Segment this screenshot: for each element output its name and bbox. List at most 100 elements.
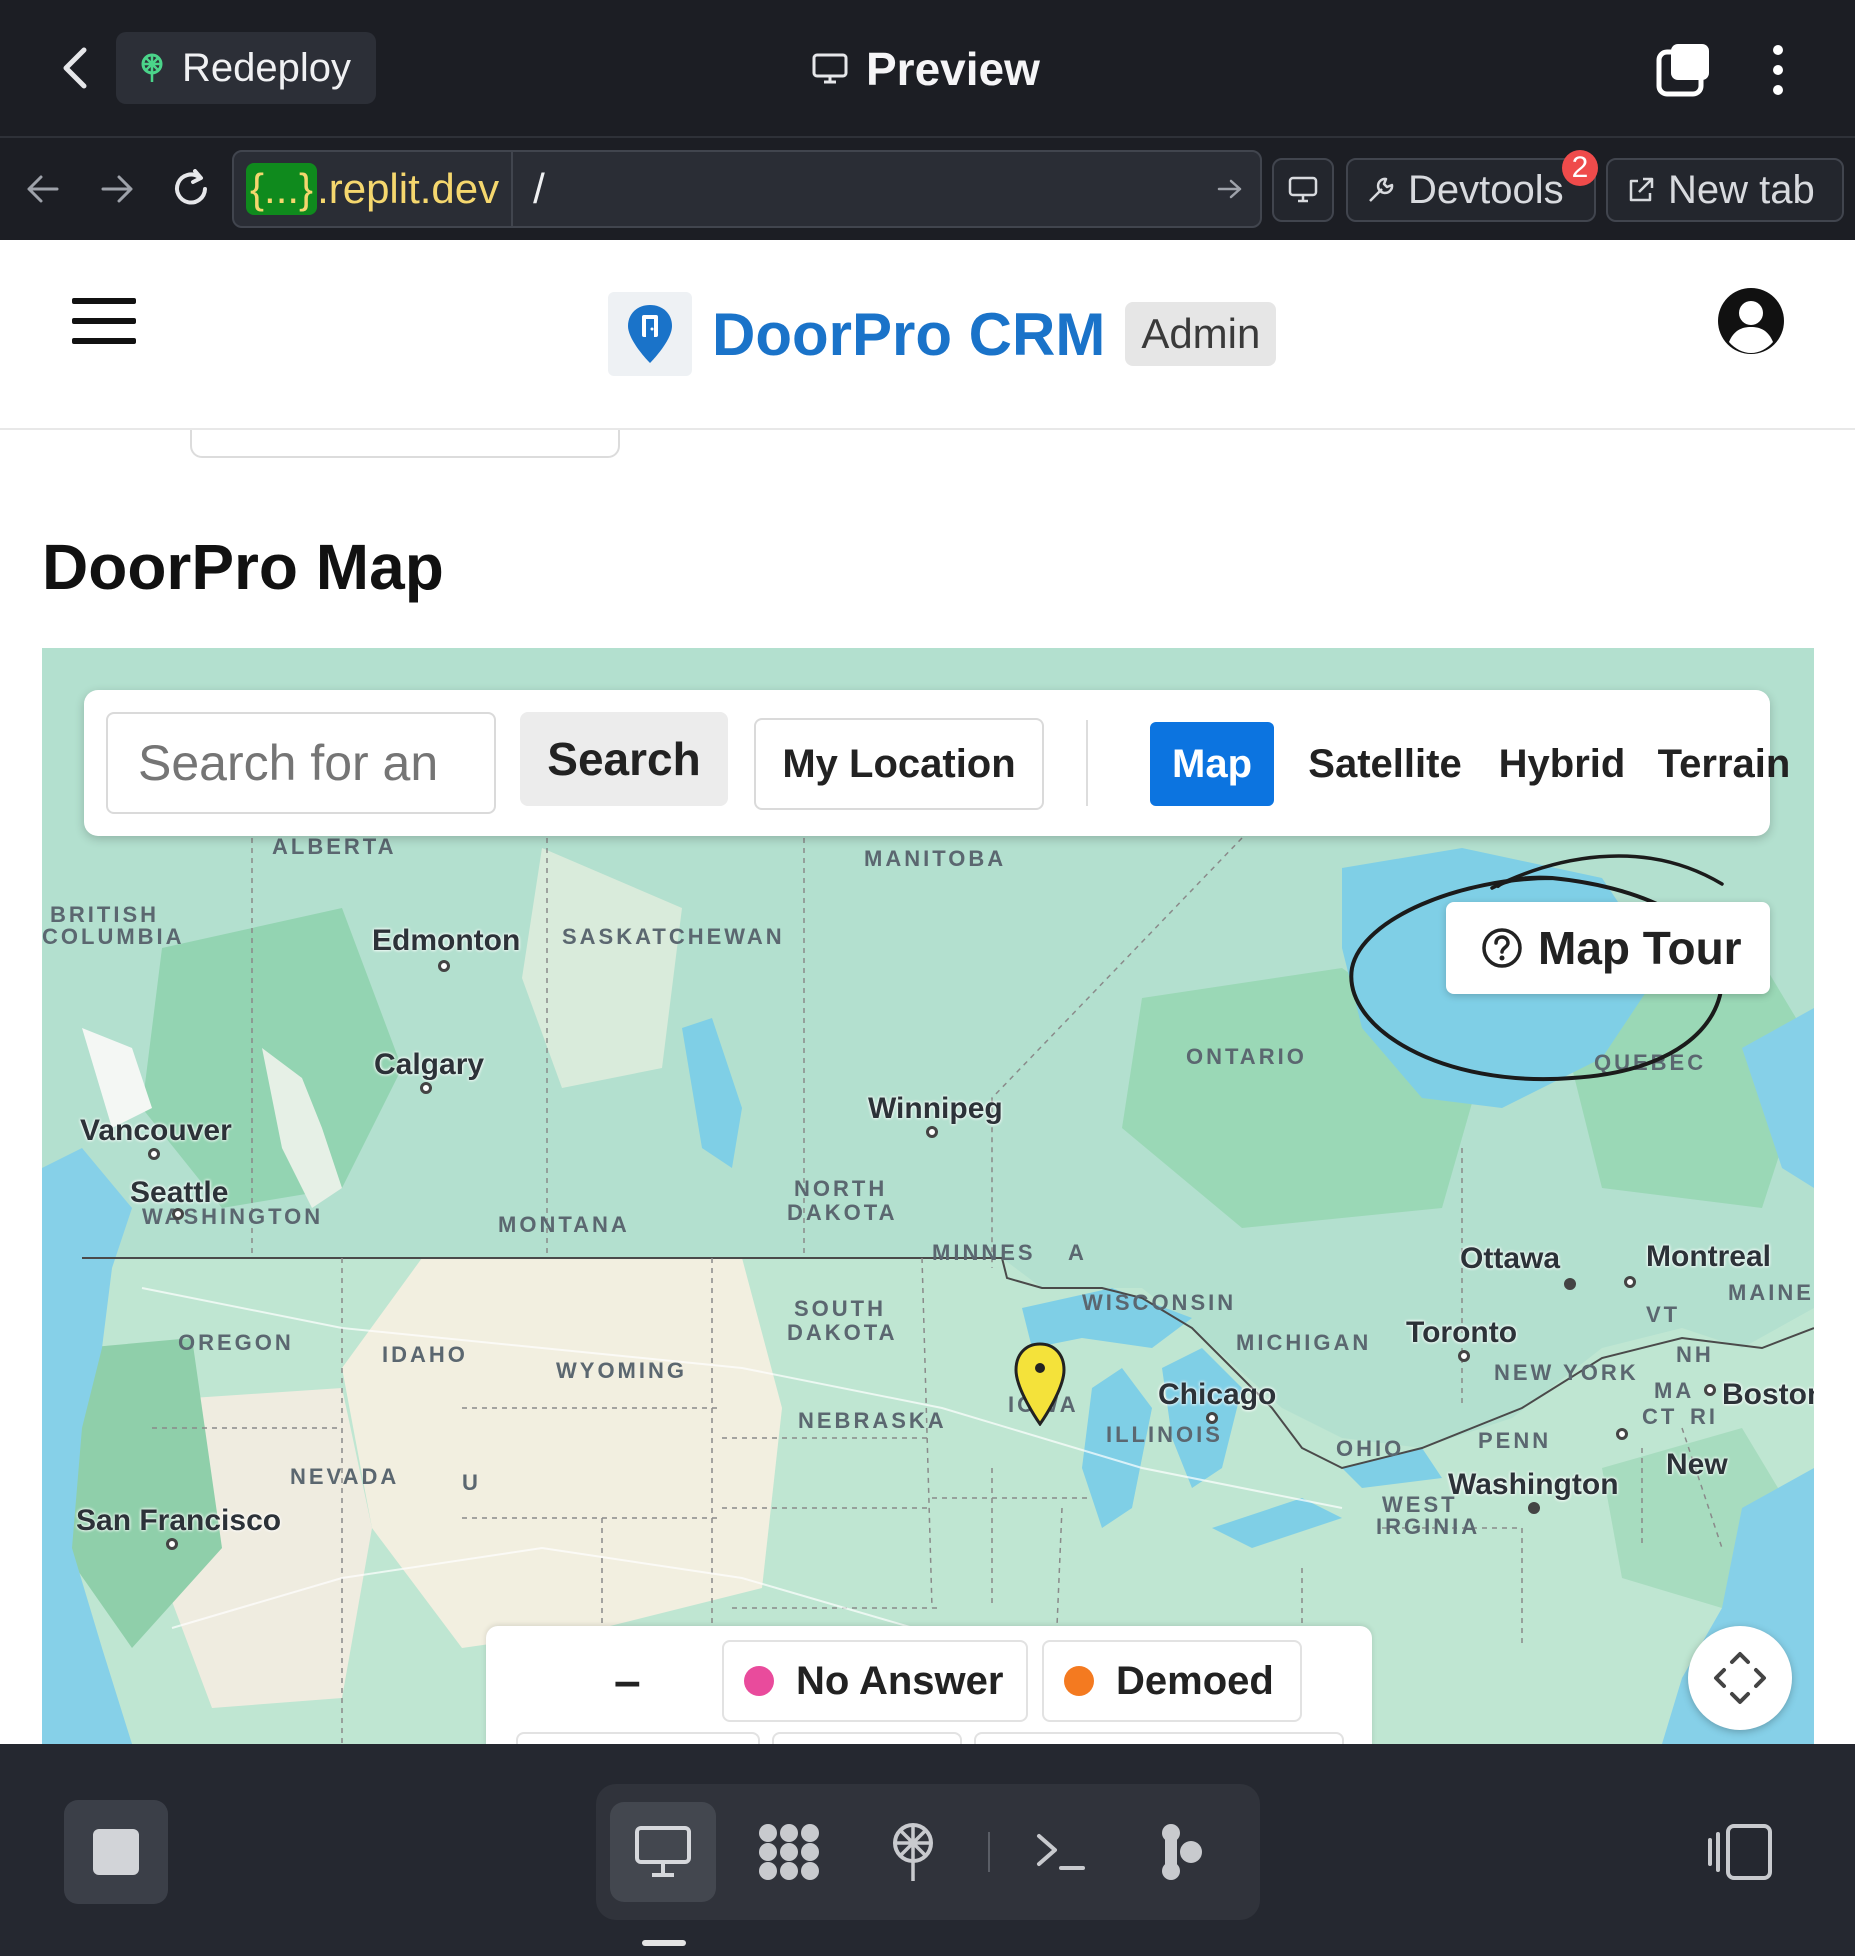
city-label: Washington <box>1448 1468 1619 1501</box>
status-dot <box>1064 1666 1094 1696</box>
url-domain-host: .replit.dev <box>317 165 500 212</box>
more-options-button[interactable] <box>1758 40 1798 100</box>
redeploy-button[interactable]: Redeploy <box>116 32 376 104</box>
legend-item-no-answer[interactable]: No Answer <box>722 1640 1028 1722</box>
device-preview-button[interactable] <box>1272 158 1334 222</box>
new-tab-button[interactable]: New tab <box>1606 158 1844 222</box>
city-label: San Francisco <box>76 1504 282 1537</box>
redeploy-label: Redeploy <box>182 45 352 90</box>
map-type-map[interactable]: Map <box>1150 722 1274 806</box>
city-dot <box>1624 1276 1636 1288</box>
region-label: WISCONSIN <box>1082 1290 1237 1315</box>
stop-icon <box>93 1829 139 1875</box>
monitor-icon <box>635 1826 691 1877</box>
legend-item-demoed[interactable]: Demoed <box>1042 1640 1302 1722</box>
url-domain-hash: {...} <box>246 163 318 215</box>
new-tab-label: New tab <box>1668 167 1815 212</box>
external-link-icon <box>1629 177 1654 202</box>
city-dot <box>1564 1278 1576 1290</box>
url-go-button[interactable] <box>1200 178 1260 200</box>
brand[interactable]: DoorPro CRM Admin <box>608 292 1277 376</box>
location-marker-icon[interactable] <box>1012 1340 1068 1426</box>
replit-top-bar: Redeploy Preview <box>0 0 1855 136</box>
region-label: ONTARIO <box>1186 1044 1307 1069</box>
legend-chip-partial[interactable] <box>772 1732 962 1744</box>
split-panel-icon <box>1708 1824 1772 1880</box>
map-type-satellite[interactable]: Satellite <box>1300 722 1470 806</box>
dock-deploy-button[interactable] <box>860 1802 966 1902</box>
arrow-right-icon <box>1217 179 1242 199</box>
nav-forward-button[interactable] <box>92 164 142 214</box>
dock-preview-button[interactable] <box>610 1802 716 1902</box>
arrow-left-icon <box>27 175 59 203</box>
city-label: Boston <box>1722 1378 1814 1411</box>
city-label: Edmonton <box>372 924 521 957</box>
search-button[interactable]: Search <box>520 712 728 806</box>
url-field[interactable]: {...} .replit.dev / <box>232 150 1262 228</box>
expand-arrows-icon <box>1714 1652 1766 1704</box>
region-label: OHIO <box>1336 1436 1405 1461</box>
city-dot <box>148 1148 160 1160</box>
city-label: New <box>1666 1448 1728 1481</box>
region-label: SOUTH <box>794 1296 886 1321</box>
fullscreen-button[interactable] <box>1688 1626 1792 1730</box>
menu-button[interactable] <box>72 298 136 344</box>
home-indicator <box>642 1940 686 1946</box>
region-label: NEBRASKA <box>798 1408 947 1433</box>
help-circle-icon <box>1482 928 1522 968</box>
region-label: NORTH <box>794 1176 888 1201</box>
region-label: ILLINOIS <box>1106 1422 1223 1447</box>
logo <box>608 292 692 376</box>
map-tour-button[interactable]: Map Tour <box>1446 902 1770 994</box>
dock-apps-button[interactable] <box>736 1802 842 1902</box>
deploy-icon <box>893 1823 933 1881</box>
legend-chip-partial[interactable] <box>516 1732 760 1744</box>
nav-back-button[interactable] <box>18 164 68 214</box>
region-label: OREGON <box>178 1330 294 1355</box>
reload-icon <box>175 169 207 205</box>
reload-button[interactable] <box>166 164 216 214</box>
region-label: IDAHO <box>382 1342 468 1367</box>
region-label: RI <box>1690 1404 1718 1429</box>
user-account-button[interactable] <box>1716 286 1786 356</box>
url-path[interactable]: / <box>513 165 1200 213</box>
my-location-button[interactable]: My Location <box>754 718 1044 810</box>
devtools-button[interactable]: Devtools <box>1346 158 1596 222</box>
region-label: DAKOTA <box>787 1200 898 1225</box>
region-label: U <box>462 1470 481 1495</box>
legend-collapse-toggle[interactable]: – <box>614 1654 641 1709</box>
region-label: IRGINIA <box>1376 1514 1481 1539</box>
city-dot <box>1528 1502 1540 1514</box>
dock-separator <box>988 1832 990 1872</box>
dock-shell-button[interactable] <box>1008 1802 1114 1902</box>
address-search-input[interactable] <box>106 712 496 814</box>
arrow-right-icon <box>101 175 133 203</box>
replit-bottom-bar <box>0 1744 1855 1956</box>
legend-chip-partial[interactable] <box>974 1732 1344 1744</box>
city-dot <box>166 1538 178 1550</box>
terminal-icon <box>1037 1834 1085 1870</box>
more-vertical-icon <box>1773 45 1783 95</box>
back-button[interactable] <box>50 40 100 96</box>
map-canvas[interactable]: ALBERTA MANITOBA BRITISH COLUMBIA SASKAT… <box>42 648 1814 1744</box>
deploy-icon <box>141 53 163 82</box>
map-type-hybrid[interactable]: Hybrid <box>1492 722 1632 806</box>
city-dot <box>1704 1384 1716 1396</box>
user-circle-icon <box>1718 288 1784 354</box>
region-label: NH <box>1676 1342 1714 1367</box>
region-label: MA <box>1654 1378 1695 1403</box>
tabs-button[interactable] <box>1655 40 1715 100</box>
dock-agent-button[interactable] <box>1128 1802 1234 1902</box>
map-pin-logo-icon <box>628 305 672 363</box>
panel-toggle-button[interactable] <box>1706 1822 1776 1882</box>
region-label: COLUMBIA <box>42 924 185 949</box>
city-label: Calgary <box>374 1048 485 1081</box>
city-dot <box>420 1082 432 1094</box>
map-type-terrain[interactable]: Terrain <box>1654 722 1794 806</box>
stop-button[interactable] <box>64 1800 168 1904</box>
region-label: MANITOBA <box>864 846 1007 871</box>
region-label: VT <box>1646 1302 1681 1327</box>
region-label: DAKOTA <box>787 1320 898 1345</box>
region-label: CT <box>1642 1404 1678 1429</box>
region-label: PENN <box>1478 1428 1552 1453</box>
